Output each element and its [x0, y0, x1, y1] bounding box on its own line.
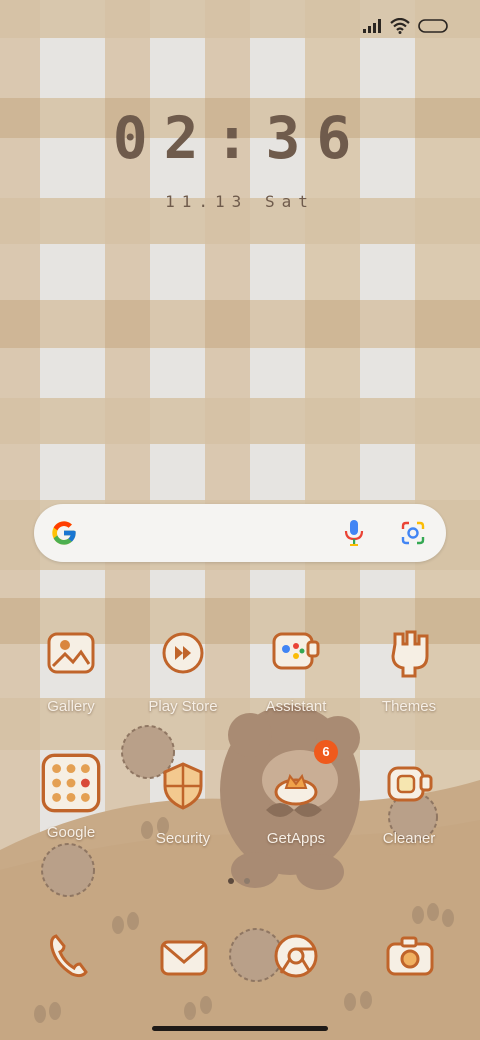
app-label: Gallery: [47, 698, 95, 715]
app-gallery[interactable]: Gallery: [15, 626, 127, 715]
messages-icon[interactable]: [156, 930, 212, 986]
page-indicator[interactable]: [228, 878, 250, 884]
chrome-icon[interactable]: [268, 928, 324, 984]
signal-bars-icon: [363, 19, 381, 33]
play-store-icon: [162, 632, 204, 674]
app-label: Themes: [381, 698, 437, 715]
google-folder-icon: [41, 753, 101, 813]
page-dot-active: [228, 878, 234, 884]
google-lens-icon[interactable]: [400, 520, 426, 546]
assistant-icon: [272, 632, 320, 670]
wifi-icon: [390, 18, 410, 34]
google-search-bar[interactable]: [34, 504, 446, 562]
app-label: Assistant: [265, 698, 327, 715]
app-label: Cleaner: [382, 830, 436, 847]
microphone-icon[interactable]: [344, 519, 364, 547]
app-label: Google: [46, 824, 96, 841]
gallery-icon: [47, 632, 95, 674]
status-bar: [0, 0, 480, 52]
app-assistant[interactable]: Assistant: [240, 626, 352, 715]
app-getapps[interactable]: GetApps: [240, 758, 352, 847]
google-g-icon: [52, 521, 76, 545]
app-label: GetApps: [266, 830, 326, 847]
app-label: Play Store: [148, 698, 218, 715]
phone-icon[interactable]: [42, 928, 98, 984]
app-themes[interactable]: Themes: [353, 626, 465, 715]
getapps-icon: [274, 773, 318, 806]
clock-time[interactable]: 02:36: [0, 104, 480, 172]
app-label: Security: [155, 830, 211, 847]
page-dot: [244, 878, 250, 884]
app-security[interactable]: Security: [127, 758, 239, 847]
clock-date[interactable]: 11.13 Sat: [0, 192, 480, 211]
gesture-navigation-bar[interactable]: [152, 1026, 328, 1031]
app-play-store[interactable]: Play Store: [127, 626, 239, 715]
cleaner-icon: [387, 766, 433, 802]
camera-icon[interactable]: [382, 928, 438, 984]
notification-badge: 6: [314, 740, 338, 764]
app-cleaner[interactable]: Cleaner: [353, 758, 465, 847]
themes-icon: [391, 630, 429, 678]
security-icon: [163, 762, 203, 810]
folder-google[interactable]: Google: [15, 752, 127, 841]
battery-icon: [418, 19, 448, 33]
